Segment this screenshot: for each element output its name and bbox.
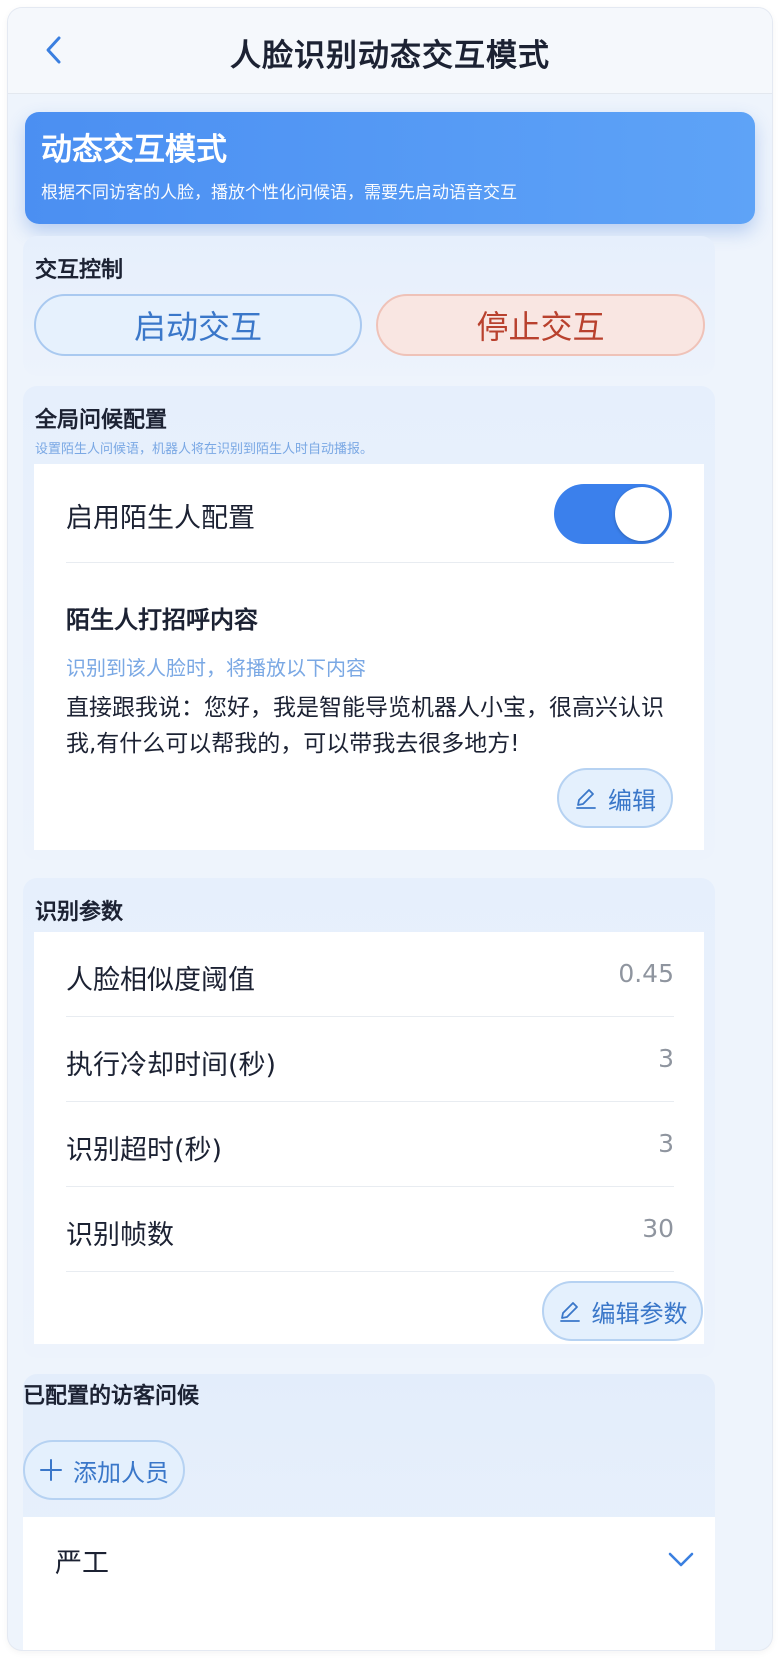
chevron-down-icon[interactable] <box>667 1551 695 1569</box>
param-label: 识别超时(秒) <box>66 1135 223 1166</box>
param-label: 识别帧数 <box>66 1220 174 1251</box>
greeting-content-hint: 识别到该人脸时，将播放以下内容 <box>66 656 366 680</box>
visitor-item[interactable]: 严工 <box>23 1517 715 1650</box>
interaction-control-card: 交互控制 启动交互 停止交互 <box>23 236 715 376</box>
start-interaction-button[interactable]: 启动交互 <box>34 294 362 356</box>
global-greeting-card: 全局问候配置 设置陌生人问候语，机器人将在识别到陌生人时自动播报。 启用陌生人配… <box>23 386 715 860</box>
greeting-settings-panel: 启用陌生人配置 陌生人打招呼内容 识别到该人脸时，将播放以下内容 直接跟我说：您… <box>34 464 704 850</box>
param-value: 30 <box>642 1214 674 1243</box>
visitor-name: 严工 <box>55 1548 109 1579</box>
stranger-config-toggle[interactable] <box>554 484 672 544</box>
edit-greeting-button[interactable]: 编辑 <box>557 768 673 828</box>
edit-greeting-label: 编辑 <box>608 786 656 815</box>
stranger-toggle-label: 启用陌生人配置 <box>66 503 255 534</box>
param-row[interactable]: 识别超时(秒) 3 <box>34 1102 704 1186</box>
param-row[interactable]: 人脸相似度阈值 0.45 <box>34 932 704 1016</box>
edit-params-button[interactable]: 编辑参数 <box>542 1281 703 1341</box>
param-value: 0.45 <box>618 959 674 988</box>
param-row[interactable]: 识别帧数 30 <box>34 1187 704 1271</box>
recognition-params-card: 识别参数 人脸相似度阈值 0.45 执行冷却时间(秒) 3 识别超时(秒) 3 … <box>23 878 715 1358</box>
global-greeting-description: 设置陌生人问候语，机器人将在识别到陌生人时自动播报。 <box>35 442 374 457</box>
param-label: 人脸相似度阈值 <box>66 965 255 996</box>
recognition-params-title: 识别参数 <box>35 900 124 925</box>
banner-title: 动态交互模式 <box>41 132 227 168</box>
app-frame: 人脸识别动态交互模式 动态交互模式 根据不同访客的人脸，播放个性化问候语，需要先… <box>8 8 772 1650</box>
plus-icon <box>40 1459 62 1481</box>
pencil-icon <box>576 789 596 809</box>
banner-subtitle: 根据不同访客的人脸，播放个性化问候语，需要先启动语音交互 <box>41 183 517 203</box>
edit-params-label: 编辑参数 <box>591 1299 688 1328</box>
param-row[interactable]: 执行冷却时间(秒) 3 <box>34 1017 704 1101</box>
mode-banner: 动态交互模式 根据不同访客的人脸，播放个性化问候语，需要先启动语音交互 <box>25 112 755 224</box>
top-bar: 人脸识别动态交互模式 <box>8 8 772 94</box>
param-label: 执行冷却时间(秒) <box>66 1050 277 1081</box>
greeting-content-text: 直接跟我说：您好，我是智能导览机器人小宝，很高兴认识我,有什么可以帮我的，可以带… <box>66 695 664 757</box>
interaction-control-title: 交互控制 <box>35 258 124 283</box>
add-person-label: 添加人员 <box>73 1458 169 1487</box>
global-greeting-title: 全局问候配置 <box>35 408 168 433</box>
params-panel: 人脸相似度阈值 0.45 执行冷却时间(秒) 3 识别超时(秒) 3 识别帧数 … <box>34 932 704 1344</box>
param-value: 3 <box>658 1129 674 1158</box>
pencil-icon <box>559 1302 580 1322</box>
page-title: 人脸识别动态交互模式 <box>230 38 550 74</box>
greeting-content-heading: 陌生人打招呼内容 <box>66 606 258 634</box>
divider <box>66 1271 674 1272</box>
visitor-greetings-title: 已配置的访客问候 <box>23 1384 200 1409</box>
toggle-knob <box>615 487 669 541</box>
param-value: 3 <box>658 1044 674 1073</box>
add-person-button[interactable]: 添加人员 <box>23 1440 185 1500</box>
stop-interaction-button[interactable]: 停止交互 <box>376 294 705 356</box>
divider <box>66 562 674 563</box>
